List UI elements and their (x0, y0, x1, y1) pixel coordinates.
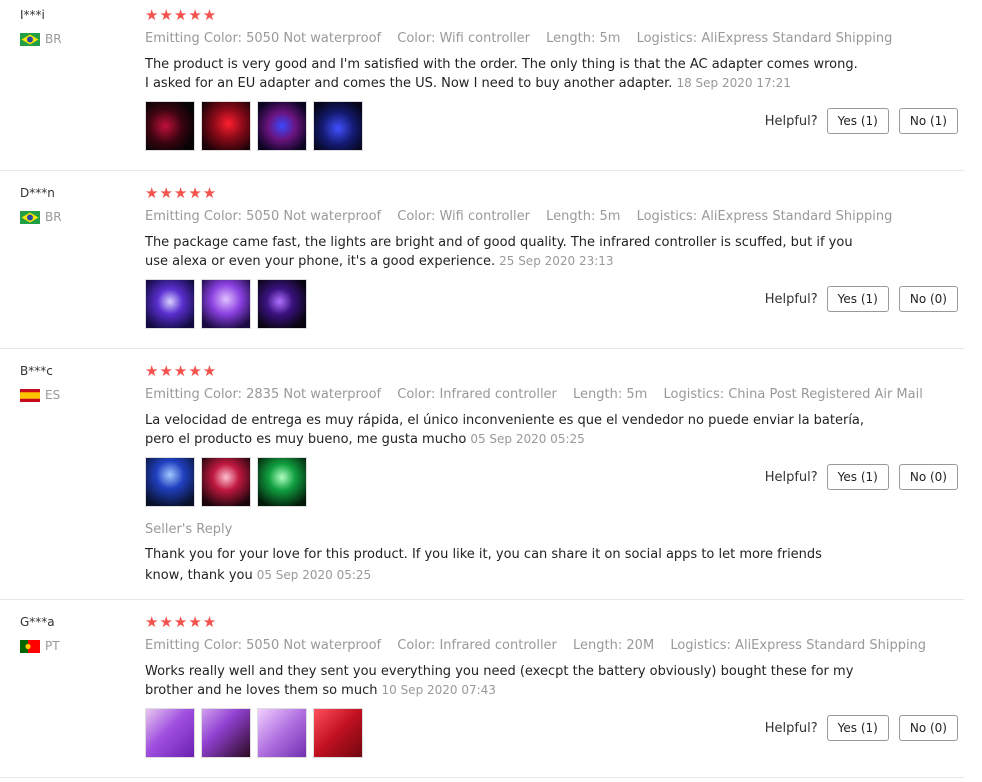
length-attr: Length: 5m (546, 31, 621, 46)
helpful-yes-button[interactable]: Yes (1) (826, 286, 889, 312)
seller-reply-text: Thank you for your love for this product… (145, 545, 825, 586)
brazil-flag-icon (20, 32, 40, 46)
helpful-voting: Helpful? Yes (1) No (0) (765, 286, 958, 312)
helpful-yes-button[interactable]: Yes (1) (826, 108, 889, 134)
review-attributes: Emitting Color: 5050 Not waterproof Colo… (145, 209, 904, 224)
review-photo[interactable] (257, 457, 307, 507)
star-rating: ★★★★★ (145, 613, 218, 631)
seller-reply-date: 05 Sep 2020 05:25 (256, 568, 372, 582)
country-code: PT (45, 639, 60, 653)
star-rating: ★★★★★ (145, 362, 218, 380)
review-photo[interactable] (145, 101, 195, 151)
country-code: BR (45, 210, 62, 224)
review-photo[interactable] (201, 708, 251, 758)
review-photo[interactable] (313, 101, 363, 151)
review-date: 05 Sep 2020 05:25 (470, 432, 585, 446)
reviewer-name: I***i (20, 8, 45, 22)
review-photo[interactable] (257, 708, 307, 758)
portugal-flag-icon (20, 639, 40, 653)
reviewer-country: BR (20, 210, 62, 224)
logistics-attr: Logistics: China Post Registered Air Mai… (663, 387, 923, 402)
emitting-color-attr: Emitting Color: 5050 Not waterproof (145, 31, 382, 46)
logistics-attr: Logistics: AliExpress Standard Shipping (636, 31, 893, 46)
review-attributes: Emitting Color: 5050 Not waterproof Colo… (145, 31, 904, 46)
review-photo[interactable] (145, 457, 195, 507)
brazil-flag-icon (20, 210, 40, 224)
review-body: Works really well and they sent you ever… (145, 664, 854, 698)
helpful-yes-button[interactable]: Yes (1) (826, 464, 889, 490)
review-item: G***a PT ★★★★★ Emitting Color: 5050 Not … (0, 607, 964, 778)
reviewer-country: BR (20, 32, 62, 46)
review-text: Works really well and they sent you ever… (145, 663, 865, 700)
length-attr: Length: 5m (546, 209, 621, 224)
helpful-label: Helpful? (764, 720, 818, 736)
helpful-no-button[interactable]: No (0) (898, 715, 958, 741)
reviewer-name: D***n (20, 186, 55, 200)
review-photo[interactable] (145, 708, 195, 758)
length-attr: Length: 20M (573, 638, 655, 653)
helpful-label: Helpful? (764, 113, 818, 129)
emitting-color-attr: Emitting Color: 5050 Not waterproof (145, 638, 382, 653)
seller-reply-body: Thank you for your love for this product… (145, 547, 822, 583)
review-photo[interactable] (257, 101, 307, 151)
review-photo[interactable] (313, 708, 363, 758)
review-photos (145, 457, 307, 507)
review-item: B***c ES ★★★★★ Emitting Color: 2835 Not … (0, 356, 964, 600)
color-attr: Color: Infrared controller (397, 387, 557, 402)
review-text: La velocidad de entrega es muy rápida, e… (145, 412, 865, 449)
review-attributes: Emitting Color: 5050 Not waterproof Colo… (145, 638, 938, 653)
review-photo[interactable] (201, 457, 251, 507)
review-text: The package came fast, the lights are br… (145, 234, 865, 271)
review-photos (145, 279, 307, 329)
logistics-attr: Logistics: AliExpress Standard Shipping (636, 209, 893, 224)
review-date: 25 Sep 2020 23:13 (499, 254, 614, 268)
reviewer-name: B***c (20, 364, 53, 378)
review-photo[interactable] (257, 279, 307, 329)
color-attr: Color: Wifi controller (397, 31, 530, 46)
review-attributes: Emitting Color: 2835 Not waterproof Colo… (145, 387, 935, 402)
helpful-voting: Helpful? Yes (1) No (0) (765, 715, 958, 741)
helpful-no-button[interactable]: No (0) (898, 286, 958, 312)
review-item: D***n BR ★★★★★ Emitting Color: 5050 Not … (0, 178, 964, 349)
helpful-yes-button[interactable]: Yes (1) (826, 715, 889, 741)
review-photos (145, 101, 363, 151)
reviewer-country: ES (20, 388, 60, 402)
reviewer-name: G***a (20, 615, 55, 629)
seller-reply-label: Seller's Reply (145, 522, 233, 537)
helpful-no-button[interactable]: No (1) (898, 108, 958, 134)
color-attr: Color: Wifi controller (397, 209, 530, 224)
reviewer-country: PT (20, 639, 60, 653)
review-photos (145, 708, 363, 758)
review-photo[interactable] (145, 279, 195, 329)
review-photo[interactable] (201, 101, 251, 151)
country-code: ES (45, 388, 61, 402)
helpful-voting: Helpful? Yes (1) No (1) (765, 108, 958, 134)
country-code: BR (45, 32, 62, 46)
review-item: I***i BR ★★★★★ Emitting Color: 5050 Not … (0, 0, 964, 171)
review-date: 10 Sep 2020 07:43 (381, 683, 496, 697)
spain-flag-icon (20, 388, 40, 402)
length-attr: Length: 5m (573, 387, 648, 402)
star-rating: ★★★★★ (145, 184, 218, 202)
emitting-color-attr: Emitting Color: 2835 Not waterproof (145, 387, 382, 402)
helpful-label: Helpful? (764, 469, 818, 485)
logistics-attr: Logistics: AliExpress Standard Shipping (670, 638, 927, 653)
review-date: 18 Sep 2020 17:21 (676, 76, 791, 90)
helpful-no-button[interactable]: No (0) (898, 464, 958, 490)
star-rating: ★★★★★ (145, 6, 218, 24)
helpful-voting: Helpful? Yes (1) No (0) (765, 464, 958, 490)
color-attr: Color: Infrared controller (397, 638, 557, 653)
review-text: The product is very good and I'm satisfi… (145, 56, 865, 93)
review-photo[interactable] (201, 279, 251, 329)
emitting-color-attr: Emitting Color: 5050 Not waterproof (145, 209, 382, 224)
helpful-label: Helpful? (764, 291, 818, 307)
